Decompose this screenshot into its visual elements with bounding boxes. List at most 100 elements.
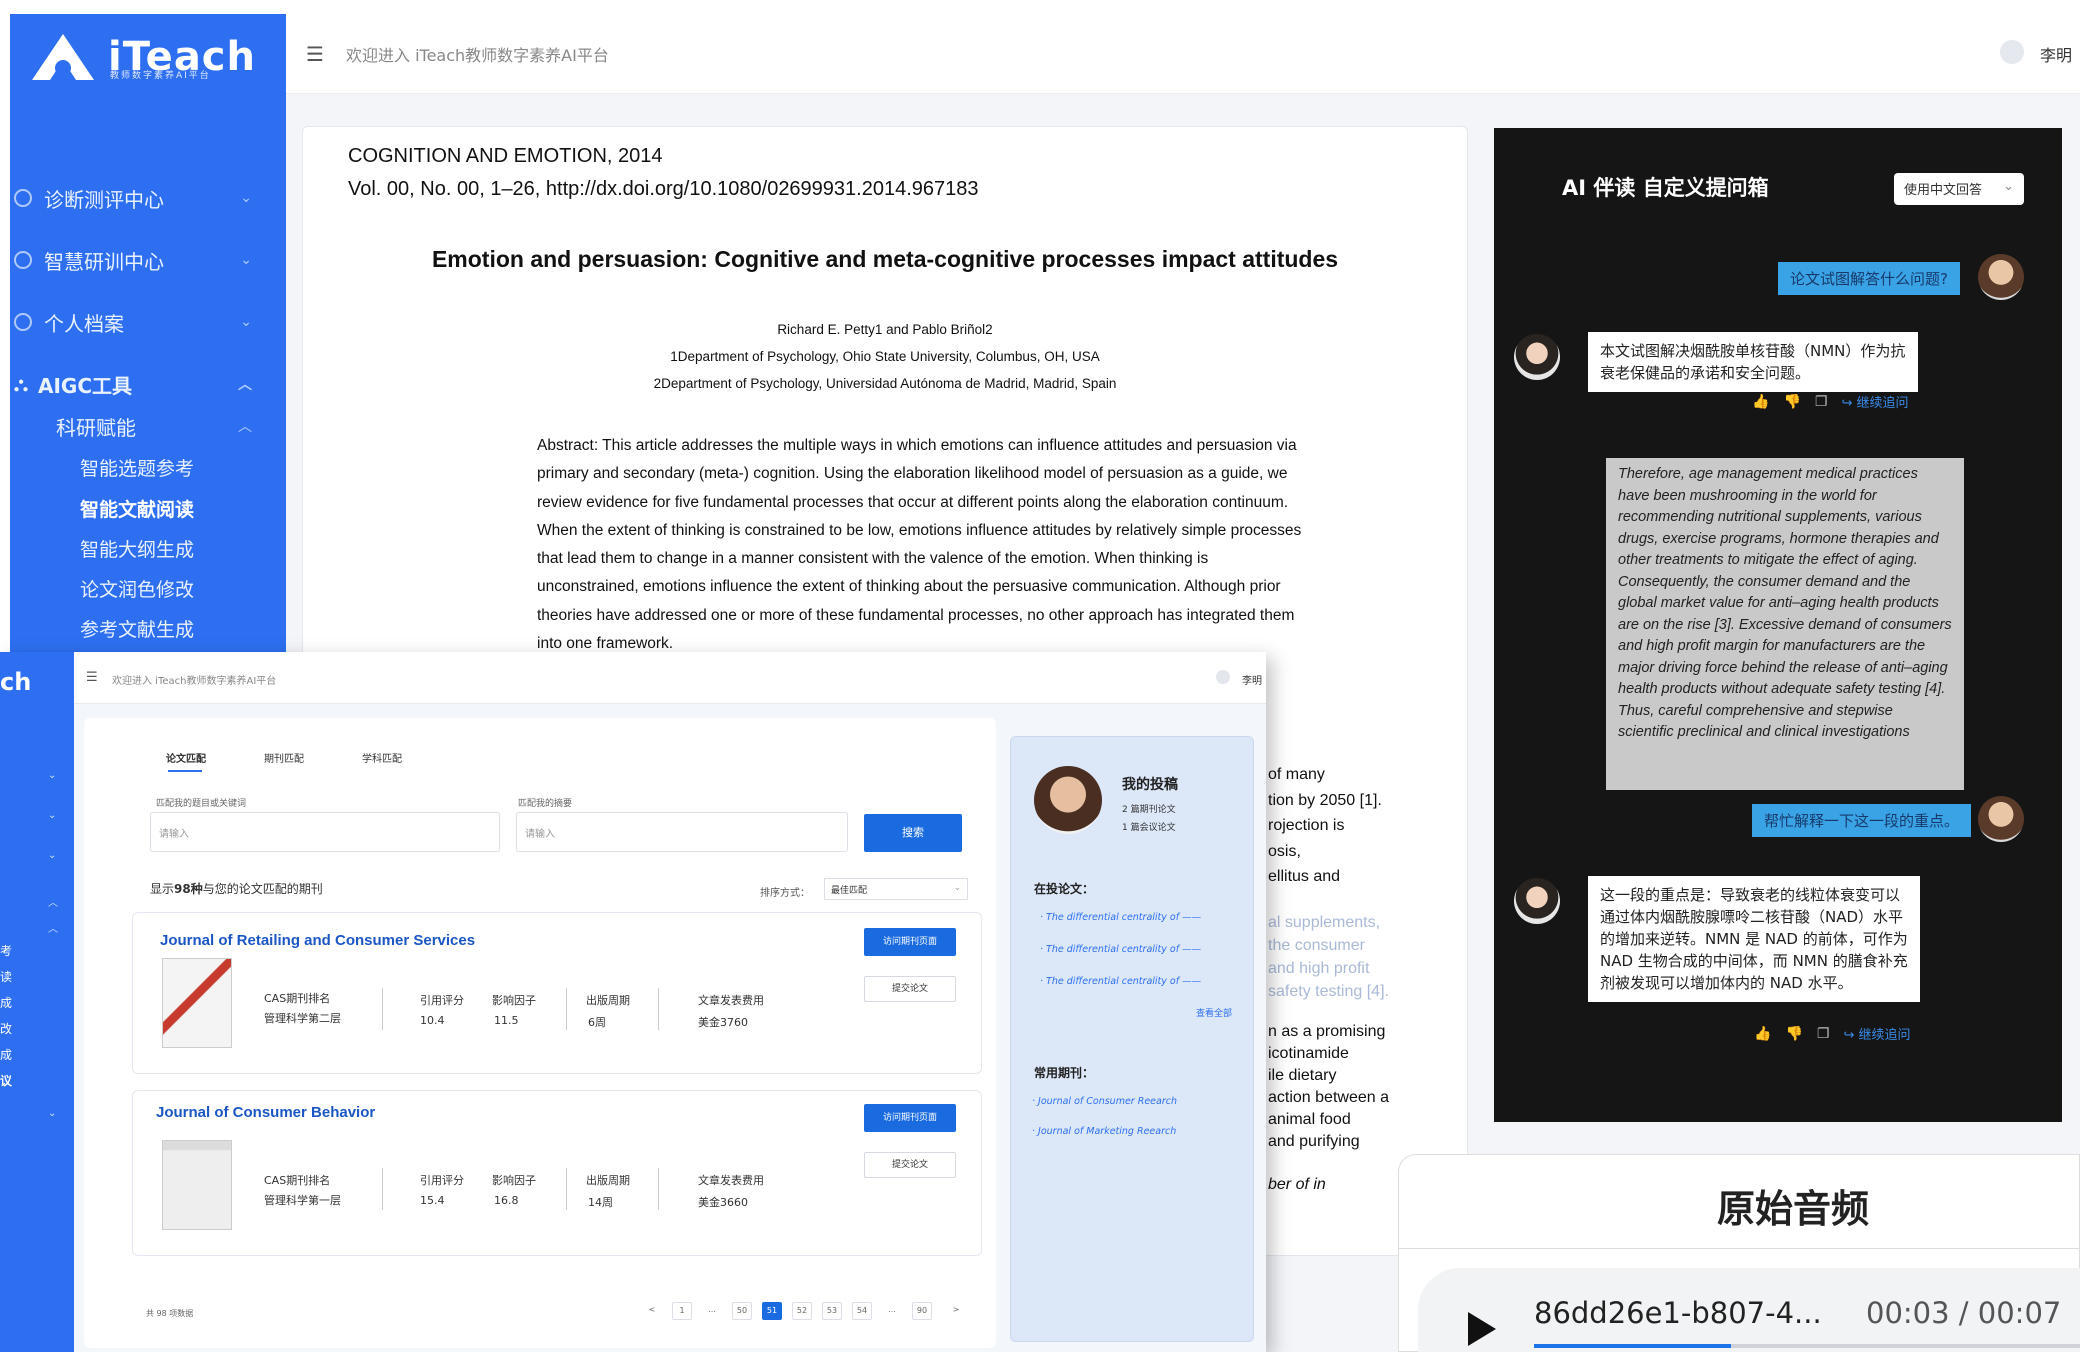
paper-link-text: The differential centrality of —— (1046, 976, 1202, 987)
journal-link-text: Journal of Marketing Reearch (1038, 1126, 1177, 1137)
common-journal-link[interactable]: · Journal of Consumer Reearch (1032, 1096, 1177, 1107)
chevron-down-icon: ⌄ (48, 770, 57, 781)
sidebar-item-references[interactable]: 参考文献生成 (80, 615, 194, 642)
page-number[interactable]: 1 (672, 1302, 692, 1320)
field-label: 匹配我的题目或关键词 (156, 799, 247, 809)
sort-select-value: 最佳匹配 (831, 886, 868, 896)
fee-label: 文章发表费用 (698, 994, 764, 1007)
visit-journal-button[interactable]: 访问期刊页面 (864, 928, 956, 956)
submitted-paper-link[interactable]: · The differential centrality of —— (1040, 976, 1201, 987)
user-name[interactable]: 李明 (1242, 672, 1262, 687)
page-next[interactable]: > (946, 1302, 966, 1320)
search-button[interactable]: 搜索 (864, 814, 962, 852)
continue-button[interactable]: ↪ 继续追问 (1841, 392, 1908, 411)
page-current[interactable]: 51 (762, 1302, 782, 1320)
sort-label: 排序方式： (760, 888, 810, 899)
tab-journal-match[interactable]: 期刊匹配 (264, 750, 304, 765)
cycle-label: 出版周期 (586, 994, 630, 1007)
logo-mountain-icon (28, 30, 98, 84)
chevron-up-icon: ︿ (48, 898, 58, 909)
impact-label: 影响因子 (492, 1174, 536, 1187)
sidebar-item-reading[interactable]: 智能文献阅读 (80, 495, 194, 522)
sidebar-item[interactable]: 改 (0, 1020, 12, 1037)
user-name[interactable]: 李明 (2040, 42, 2072, 66)
nav-diagnostic-center[interactable]: 诊断测评中心 ⌄ (14, 180, 274, 216)
paper-text-fragment: ile dietary (1268, 1067, 1337, 1084)
copy-icon[interactable]: ❐ (1817, 1026, 1830, 1042)
page-number[interactable]: 50 (732, 1302, 752, 1320)
audio-title: 原始音频 (1716, 1187, 1869, 1231)
paper-text-fragment: and purifying (1268, 1133, 1360, 1150)
page-number[interactable]: 52 (792, 1302, 812, 1320)
paper-text-fragment: action between a (1268, 1089, 1389, 1106)
sort-select[interactable]: 最佳匹配 ⌄ (824, 878, 968, 900)
user-avatar (1978, 254, 2024, 300)
see-all-link[interactable]: 查看全部 (1196, 1006, 1232, 1019)
thumbs-up-icon[interactable]: 👍 (1752, 394, 1769, 410)
paper-abstract: Abstract: This article addresses the mul… (537, 437, 1302, 653)
paper-text-fragment: osis, (1268, 843, 1301, 860)
sidebar-item-outline[interactable]: 智能大纲生成 (80, 535, 194, 562)
nav-training-center[interactable]: 智慧研训中心 ⌄ (14, 242, 274, 278)
quoted-paragraph: Therefore, age management medical practi… (1606, 458, 1964, 790)
avatar[interactable] (2000, 40, 2024, 64)
result-prefix: 显示 (150, 882, 175, 896)
paper-text-fragment: tion by 2050 [1]. (1268, 792, 1382, 809)
visit-journal-button[interactable]: 访问期刊页面 (864, 1104, 956, 1132)
divider (658, 988, 659, 1030)
paper-text-fragment: ellitus and (1268, 868, 1341, 885)
sidebar-item[interactable]: 读 (0, 968, 12, 985)
tab-subject-match[interactable]: 学科匹配 (362, 750, 402, 765)
sidebar-item-topic[interactable]: 智能选题参考 (80, 454, 194, 481)
hierarchy-icon: ⛬ (14, 372, 28, 396)
chevron-down-icon: ⌄ (240, 252, 252, 268)
copy-icon[interactable]: ❐ (1815, 394, 1828, 410)
menu-toggle-icon[interactable]: ☰ (306, 42, 324, 66)
paper-affiliation: 1Department of Psychology, Ohio State Un… (670, 349, 1100, 364)
avatar[interactable] (1216, 670, 1230, 684)
common-journal-link[interactable]: · Journal of Marketing Reearch (1032, 1126, 1176, 1137)
ai-avatar (1514, 878, 1560, 924)
cas-label: CAS期刊排名 (264, 1174, 331, 1187)
play-icon[interactable] (1468, 1312, 1496, 1346)
thumbs-up-icon[interactable]: 👍 (1754, 1026, 1771, 1042)
nav-label: 智慧研训中心 (44, 249, 164, 274)
impact-factor: 16.8 (494, 1194, 519, 1207)
submit-paper-button[interactable]: 提交论文 (864, 1152, 956, 1178)
sidebar-item[interactable]: 考 (0, 942, 12, 959)
sidebar-item[interactable]: 成 (0, 1046, 12, 1063)
submitted-paper-link[interactable]: · The differential centrality of —— (1040, 912, 1201, 923)
page-prev[interactable]: < (642, 1302, 662, 1320)
language-select[interactable]: 使用中文回答 ⌄ (1894, 173, 2024, 205)
continue-button[interactable]: ↪ 继续追问 (1843, 1024, 1910, 1043)
section-title: 在投论文： (1034, 882, 1095, 896)
chevron-down-icon: ⌄ (48, 810, 57, 821)
nav-profile[interactable]: 个人档案 ⌄ (14, 304, 274, 340)
page-number[interactable]: 53 (822, 1302, 842, 1320)
publish-cycle: 6周 (588, 1016, 606, 1029)
sidebar-item-polish[interactable]: 论文润色修改 (80, 575, 194, 602)
submitted-paper-link[interactable]: · The differential centrality of —— (1040, 944, 1201, 955)
page-ellipsis: ... (888, 1305, 896, 1314)
menu-toggle-icon[interactable]: ☰ (86, 670, 98, 685)
abstract-input[interactable]: 请输入 (516, 812, 848, 852)
thumbs-down-icon[interactable]: 👎 (1785, 1026, 1802, 1042)
page-number[interactable]: 54 (852, 1302, 872, 1320)
keyword-input[interactable]: 请输入 (150, 812, 500, 852)
screen: iTeach 教师数字素养AI平台 诊断测评中心 ⌄ 智慧研训中心 ⌄ 个人档案 ⌄ … (0, 0, 2080, 1352)
nav-research[interactable]: 科研赋能 ︿ (56, 408, 274, 444)
thumbs-down-icon[interactable]: 👎 (1783, 394, 1800, 410)
journal-name[interactable]: Journal of Retailing and Consumer Servic… (160, 932, 475, 949)
cite-score: 15.4 (420, 1194, 445, 1207)
page-number[interactable]: 90 (912, 1302, 932, 1320)
result-number: 98种 (174, 882, 203, 896)
sidebar-item[interactable]: 成 (0, 994, 12, 1011)
section-title: 常用期刊： (1034, 1066, 1095, 1080)
submit-paper-button[interactable]: 提交论文 (864, 976, 956, 1002)
audio-time: 00:03 / 00:07 (1866, 1296, 2062, 1330)
paper-affiliation: 2Department of Psychology, Universidad A… (653, 376, 1117, 391)
nav-aigc-tools[interactable]: ⛬ AIGC工具 ︿ (14, 366, 274, 402)
sidebar-item[interactable]: 议 (0, 1072, 12, 1089)
journal-name[interactable]: Journal of Consumer Behavior (156, 1104, 375, 1121)
tab-paper-match[interactable]: 论文匹配 (166, 750, 206, 765)
